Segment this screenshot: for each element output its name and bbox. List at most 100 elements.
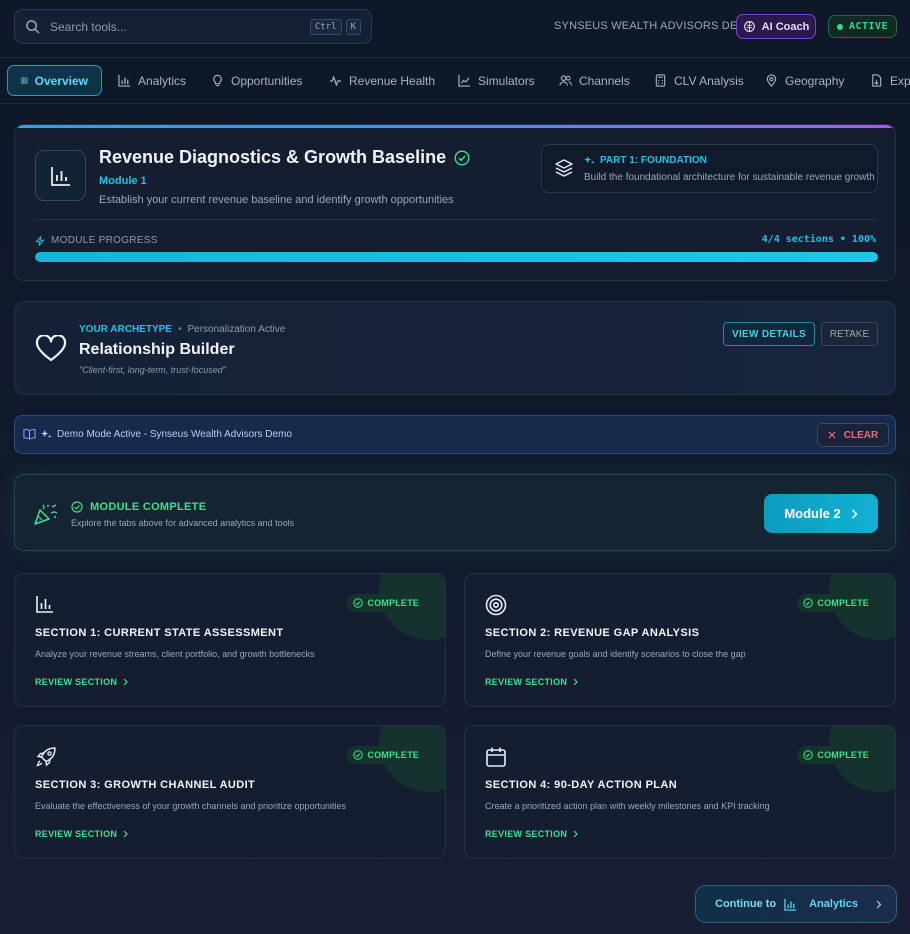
review-section-label: REVIEW SECTION — [485, 829, 568, 839]
chevron-right-icon — [573, 678, 579, 686]
layers-icon — [555, 159, 573, 177]
continue-target: Analytics — [809, 898, 859, 910]
status-label: ACTIVE — [848, 21, 889, 32]
module-header-card: Revenue Diagnostics & Growth Baseline Mo… — [14, 124, 896, 281]
progress-label-text: MODULE PROGRESS — [51, 235, 158, 246]
check-circle-icon — [803, 598, 814, 608]
tab-label: Geography — [785, 73, 845, 88]
sparkles-icon — [41, 429, 52, 438]
check-circle-icon — [803, 750, 814, 760]
bar-chart-icon — [784, 898, 797, 911]
part-description: Build the foundational architecture for … — [584, 172, 875, 183]
demo-mode-banner: Demo Mode Active - Synseus Wealth Adviso… — [14, 415, 896, 454]
rocket-icon — [36, 747, 56, 767]
demo-mode-label: Demo Mode Active - Synseus Wealth Adviso… — [57, 428, 292, 440]
progress-count: 4/4 sections • 100% — [761, 234, 876, 245]
section-title: SECTION 3: GROWTH CHANNEL AUDIT — [35, 779, 256, 791]
badge-label: COMPLETE — [367, 750, 419, 760]
chevron-right-icon — [123, 830, 129, 838]
archetype-kicker: YOUR ARCHETYPE • Personalization Active — [79, 324, 285, 335]
tab-label: Opportunities — [231, 73, 303, 88]
badge-label: COMPLETE — [817, 750, 869, 760]
section-card-3[interactable]: COMPLETE SECTION 3: GROWTH CHANNEL AUDIT… — [14, 725, 446, 859]
complete-badge: COMPLETE — [797, 594, 875, 612]
separator-dot: • — [177, 324, 182, 335]
line-chart-icon — [458, 74, 471, 87]
section-description: Analyze your revenue streams, client por… — [35, 649, 315, 659]
next-module-button[interactable]: Module 2 — [764, 494, 878, 533]
ai-coach-button[interactable]: AI Coach — [736, 14, 816, 39]
badge-label: COMPLETE — [817, 598, 869, 608]
accent-bar — [15, 125, 895, 128]
demo-mode-text: Demo Mode Active - Synseus Wealth Adviso… — [23, 428, 292, 440]
progress-bar-fill — [35, 252, 878, 262]
chevron-right-icon — [876, 900, 882, 908]
section-description: Define your revenue goals and identify s… — [485, 649, 746, 659]
section-card-4[interactable]: COMPLETE SECTION 4: 90-DAY ACTION PLAN C… — [464, 725, 896, 859]
part-title: PART 1: FOUNDATION — [584, 155, 707, 166]
map-pin-icon — [766, 74, 777, 87]
tab-navigation: Overview Analytics Opportunities Revenue… — [0, 58, 910, 104]
section-card-1[interactable]: COMPLETE SECTION 1: CURRENT STATE ASSESS… — [14, 573, 446, 707]
section-card-2[interactable]: COMPLETE SECTION 2: REVENUE GAP ANALYSIS… — [464, 573, 896, 707]
tab-label: CLV Analysis — [674, 73, 744, 88]
tab-simulators[interactable]: Simulators — [458, 65, 535, 96]
review-section-link[interactable]: REVIEW SECTION — [485, 829, 579, 839]
tab-label: Channels — [579, 73, 630, 88]
organization-name: SYNSEUS WEALTH ADVISORS DEMO — [554, 20, 756, 32]
module-title: Revenue Diagnostics & Growth Baseline — [99, 147, 447, 167]
tab-revenue-health[interactable]: Revenue Health — [329, 65, 435, 96]
tab-label: Simulators — [478, 73, 535, 88]
calendar-icon — [486, 747, 506, 767]
complete-badge: COMPLETE — [797, 746, 875, 764]
tab-label: Revenue Health — [349, 73, 436, 88]
tab-analytics[interactable]: Analytics — [118, 65, 186, 96]
complete-badge: COMPLETE — [347, 594, 425, 612]
status-badge: ACTIVE — [828, 15, 897, 38]
retake-button[interactable]: RETAKE — [821, 322, 878, 346]
tab-label: Exp — [890, 73, 910, 88]
shortcut-key-ctrl: Ctrl — [309, 18, 342, 35]
view-details-button[interactable]: VIEW DETAILS — [723, 322, 815, 346]
review-section-label: REVIEW SECTION — [485, 677, 568, 687]
review-section-label: REVIEW SECTION — [35, 677, 118, 687]
archetype-label: YOUR ARCHETYPE — [79, 324, 172, 335]
tab-export[interactable]: Exp — [870, 65, 910, 96]
sparkles-icon — [584, 155, 595, 165]
tab-label: Overview — [34, 73, 88, 88]
tab-clv-analysis[interactable]: CLV Analysis — [654, 65, 744, 96]
clear-demo-button[interactable]: CLEAR — [817, 423, 889, 447]
part-title-label: PART 1: FOUNDATION — [600, 155, 707, 166]
module-icon-box — [35, 150, 86, 201]
grid-icon — [21, 77, 28, 84]
target-icon — [485, 594, 507, 616]
tab-geography[interactable]: Geography — [765, 65, 844, 96]
continue-to-analytics-button[interactable]: Continue to Analytics — [695, 885, 897, 923]
search-icon — [26, 20, 40, 34]
tab-opportunities[interactable]: Opportunities — [211, 65, 302, 96]
bar-chart-icon — [118, 74, 131, 87]
complete-badge: COMPLETE — [347, 746, 425, 764]
heart-icon — [35, 335, 67, 362]
status-dot-icon — [836, 23, 843, 30]
module-complete-title: MODULE COMPLETE — [71, 501, 206, 513]
search-box[interactable]: Search tools... Ctrl K — [14, 9, 372, 44]
review-section-link[interactable]: REVIEW SECTION — [485, 677, 579, 687]
module-complete-description: Explore the tabs above for advanced anal… — [71, 518, 295, 528]
review-section-link[interactable]: REVIEW SECTION — [35, 677, 129, 687]
book-open-icon — [23, 428, 36, 440]
progress-label: MODULE PROGRESS — [35, 235, 158, 246]
tab-channels[interactable]: Channels — [559, 65, 630, 96]
divider — [35, 219, 878, 220]
zap-icon — [35, 235, 45, 246]
search-input[interactable]: Search tools... — [50, 20, 306, 34]
shortcut-key-k: K — [345, 18, 361, 35]
bar-chart-icon — [50, 166, 70, 186]
pulse-icon — [329, 76, 342, 86]
module-description: Establish your current revenue baseline … — [99, 194, 454, 206]
tab-overview[interactable]: Overview — [7, 65, 102, 96]
review-section-link[interactable]: REVIEW SECTION — [35, 829, 129, 839]
tab-label: Analytics — [138, 73, 187, 88]
part-info-box: PART 1: FOUNDATION Build the foundationa… — [541, 144, 878, 193]
party-popper-icon — [34, 504, 58, 525]
